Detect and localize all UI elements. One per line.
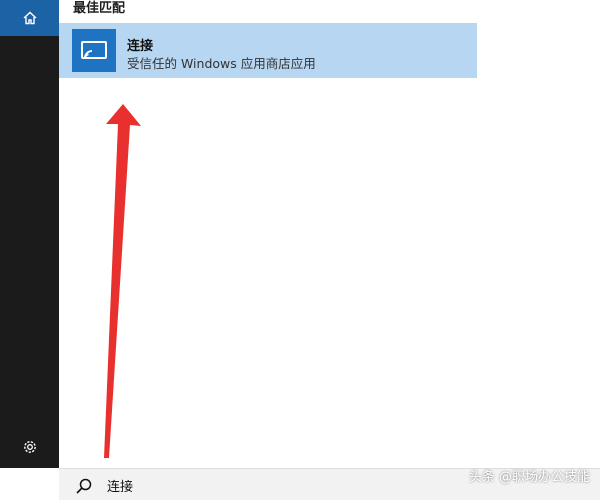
start-search-window: 最佳匹配 连接 受信任的 Windows 应用商店应用 连接 头条 @职场办公技… [0, 0, 600, 500]
connect-icon [81, 40, 107, 59]
start-sidebar [0, 0, 59, 468]
desktop-area [477, 0, 600, 500]
settings-button[interactable] [0, 426, 59, 468]
best-match-result[interactable]: 连接 受信任的 Windows 应用商店应用 [59, 23, 477, 78]
app-description: 受信任的 Windows 应用商店应用 [127, 56, 316, 71]
search-results-panel: 最佳匹配 连接 受信任的 Windows 应用商店应用 [59, 0, 477, 468]
home-button[interactable] [0, 0, 59, 36]
search-input[interactable]: 连接 [107, 476, 133, 495]
app-tile [72, 29, 116, 72]
home-icon [23, 11, 36, 25]
app-name: 连接 [127, 39, 154, 54]
search-icon [76, 478, 92, 494]
watermark: 头条 @职场办公技能 [468, 470, 590, 485]
best-match-header: 最佳匹配 [73, 1, 126, 16]
gear-icon [23, 441, 36, 453]
